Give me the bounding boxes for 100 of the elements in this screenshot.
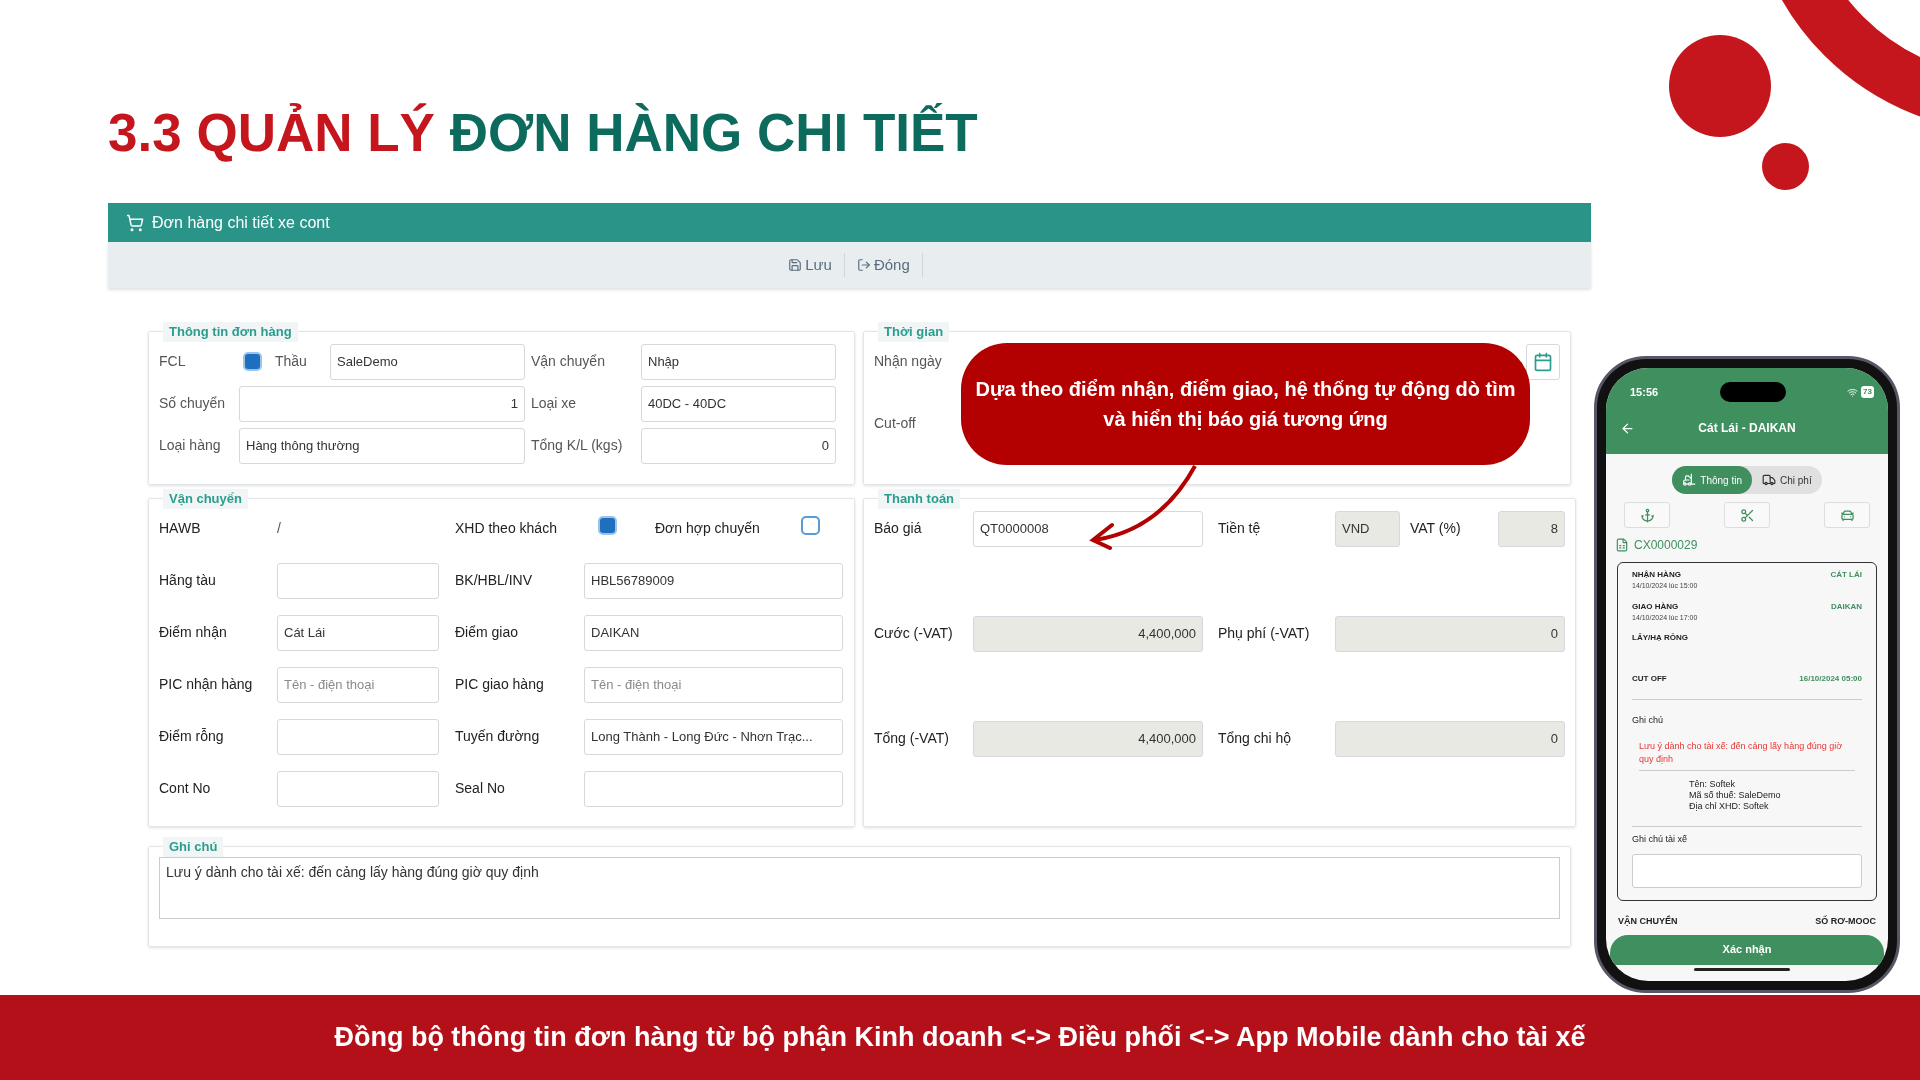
field-label: Tổng (-VAT) <box>874 729 950 748</box>
driver-note-label: Ghi chú tài xế <box>1632 832 1689 846</box>
input-field[interactable]: 40DC - 40DC <box>641 385 836 422</box>
invoice-line: Địa chỉ XHD: Softek <box>1689 800 1770 812</box>
input-field[interactable]: Hàng thông thường <box>239 427 525 464</box>
battery-indicator: 73 <box>1861 386 1874 398</box>
input-field[interactable]: SaleDemo <box>330 343 525 380</box>
invoice-line: Mã số thuế: SaleDemo <box>1689 789 1782 801</box>
note-text: Lưu ý dành cho tài xế: đến cảng lấy hàng đúng giờ quy định <box>1638 739 1844 766</box>
input-field[interactable] <box>277 770 439 807</box>
screen-title: Cát Lái - DAIKAN <box>1697 420 1797 437</box>
section-label: SỐ RƠ-MOOC <box>1815 915 1876 928</box>
action-button[interactable] <box>1724 502 1770 528</box>
field-label: BK/HBL/INV <box>454 571 534 590</box>
panel-legend: Thanh toán <box>878 489 961 509</box>
input-field[interactable]: Cát Lái <box>277 614 439 651</box>
input-field[interactable]: 1 <box>239 385 525 422</box>
input-field[interactable] <box>584 770 843 807</box>
exit-icon <box>856 258 871 272</box>
back-icon[interactable] <box>1620 420 1635 436</box>
forklift-icon <box>1682 473 1697 487</box>
camera-notch <box>1719 382 1786 402</box>
input-field[interactable] <box>277 718 439 755</box>
wifi-icon <box>1847 386 1859 398</box>
field-label: Loại hàng <box>159 436 222 455</box>
checkbox[interactable] <box>242 352 262 371</box>
input-field[interactable] <box>277 562 439 599</box>
section-label: VẬN CHUYỂN <box>1618 915 1678 928</box>
field-label: Tuyến đường <box>454 727 541 746</box>
input-field[interactable]: 0 <box>641 427 836 464</box>
panel-legend: Vận chuyển <box>163 489 248 509</box>
callout: Dựa theo điểm nhận, điểm giao, hệ thống tự động dò tìm và hiển thị báo giá tương ứng <box>961 343 1530 465</box>
slide-title: 3.3 QUẢN LÝ ĐƠN HÀNG CHI TIẾT <box>108 103 978 163</box>
field-label: Seal No <box>454 779 506 798</box>
field-label: Tổng K/L (kgs) <box>530 436 624 455</box>
field-label: Tiền tệ <box>1217 519 1262 538</box>
field-label: Loại xe <box>530 394 578 413</box>
input-field[interactable]: Tên - điện thoại <box>277 666 439 703</box>
date-field[interactable] <box>1526 343 1560 380</box>
field-label: Thầu <box>274 352 308 371</box>
save-icon <box>788 258 803 272</box>
field-label: HAWB <box>159 519 202 538</box>
input-field[interactable]: Long Thành - Long Đức - Nhơn Trạc... <box>584 718 843 755</box>
field-label: Điểm giao <box>454 623 520 642</box>
field-label: Số chuyển <box>159 394 227 413</box>
checkbox[interactable] <box>598 515 617 535</box>
action-button[interactable] <box>1624 502 1670 528</box>
cart-icon <box>126 213 144 232</box>
checkbox[interactable] <box>801 515 820 535</box>
cutoff-label: CUT OFF <box>1632 673 1667 685</box>
field-label: Nhận ngày <box>874 352 943 371</box>
toolbar-button[interactable]: Lưu <box>776 253 844 277</box>
scissors-icon <box>1739 507 1755 523</box>
footer-text: Đồng bộ thông tin đơn hàng từ bộ phận Kinh doanh <-> Điều phối <-> App Mobile dành cho tài xế <box>334 1021 1586 1055</box>
confirm-button[interactable]: Xác nhận <box>1610 934 1884 965</box>
status-time: 15:56 <box>1629 384 1659 400</box>
anchor-icon <box>1639 507 1655 523</box>
form-title: Đơn hàng chi tiết xe cont <box>152 212 330 233</box>
field-label: Cont No <box>159 779 212 798</box>
invoice-line: Tên: Softek <box>1689 778 1737 790</box>
field-label: Cut-off <box>874 414 917 433</box>
hawb-value: / <box>277 519 282 538</box>
field-label: Tổng chi hộ <box>1217 729 1293 748</box>
calendar-icon <box>1533 351 1553 372</box>
field-label: Vận chuyển <box>530 352 606 371</box>
input-field[interactable]: HBL56789009 <box>584 562 843 599</box>
field-label: Phụ phí (-VAT) <box>1217 624 1311 643</box>
input-field[interactable]: DAIKAN <box>584 614 843 651</box>
field-label: XHD theo khách <box>455 519 558 538</box>
action-button[interactable] <box>1824 502 1870 528</box>
input-field[interactable]: Nhập <box>641 343 836 380</box>
cutoff-value: 16/10/2024 05:00 <box>1799 673 1862 685</box>
input-field[interactable]: Tên - điện thoại <box>584 666 843 703</box>
segment-tab[interactable]: Chi phí <box>1752 466 1822 494</box>
toolbar-button[interactable]: Đóng <box>844 253 922 277</box>
truck-icon <box>1762 473 1776 487</box>
field-label: Điểm rỗng <box>159 727 225 746</box>
input-field[interactable]: QT0000008 <box>973 510 1203 547</box>
car-icon <box>1839 507 1855 523</box>
field-label: PIC nhận hàng <box>159 675 254 694</box>
stop-place: DAIKAN <box>1830 600 1862 613</box>
document-icon <box>1615 538 1629 552</box>
field-label: FCL <box>159 352 187 371</box>
field-label: Hãng tàu <box>159 571 217 590</box>
order-code: CX0000029 <box>1634 537 1698 554</box>
field-label: Cước (-VAT) <box>874 624 954 643</box>
stop-label: LẤY/HẠ RỖNG <box>1632 632 1688 644</box>
note-label: Ghi chú <box>1632 714 1665 727</box>
note-textarea[interactable]: Lưu ý dành cho tài xế: đến cảng lấy hàng đúng giờ quy định <box>159 856 1560 919</box>
panel-legend: Thông tin đơn hàng <box>163 322 298 342</box>
driver-note-field[interactable] <box>1632 854 1862 888</box>
field-label: Đơn hợp chuyến <box>655 519 761 538</box>
field-label: PIC giao hàng <box>454 675 545 694</box>
segment-tab[interactable]: Thông tin <box>1672 466 1752 494</box>
panel-legend: Ghi chú <box>163 837 224 857</box>
field-label: Báo giá <box>874 519 923 538</box>
panel-legend: Thời gian <box>878 322 950 342</box>
stop-label: NHẬN HÀNG <box>1632 569 1682 581</box>
field-label: Điểm nhận <box>159 623 228 642</box>
stop-label: GIAO HÀNG <box>1632 600 1680 613</box>
